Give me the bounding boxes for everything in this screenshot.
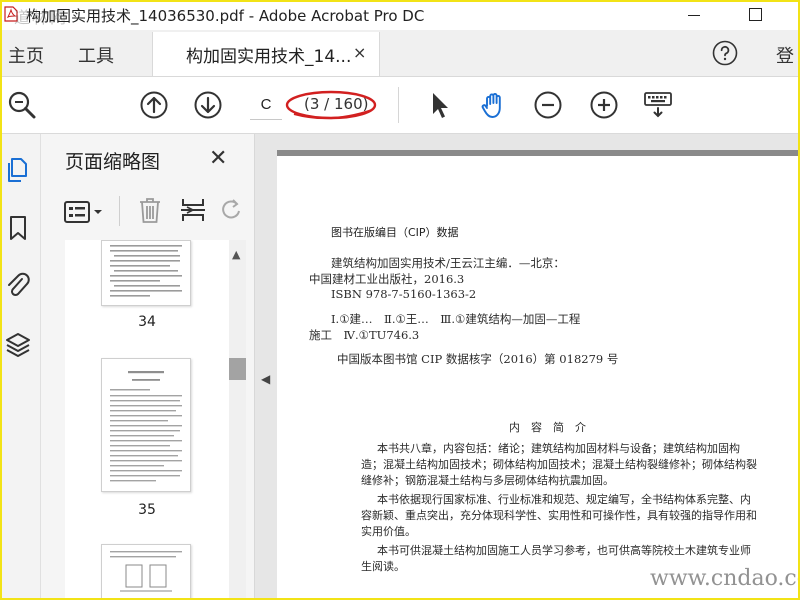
cip-line: Ⅰ.①建… Ⅱ.①王… Ⅲ.①建筑结构—加固—工程	[331, 312, 581, 326]
zoom-in-icon[interactable]	[588, 89, 620, 121]
cip-line: 建筑结构加固实用技术/王云江主编．—北京：	[331, 256, 565, 270]
thumbnail-text-lines	[110, 371, 182, 482]
thumbnail-scrollbar[interactable]: ▲	[229, 240, 246, 600]
help-icon[interactable]	[712, 40, 738, 66]
thumbnail-text-lines	[110, 245, 182, 297]
summary-line: 生阅读。	[361, 560, 405, 573]
thumbnail-label-35: 35	[138, 502, 156, 518]
left-navigation-rail	[0, 134, 41, 600]
scrollbar-thumb[interactable]	[229, 358, 246, 380]
zoom-search-icon[interactable]	[6, 89, 38, 121]
thumbnail-list: 34 35	[65, 240, 229, 600]
toolbar-divider	[398, 87, 399, 123]
collapse-panel-icon[interactable]: ◀	[261, 372, 270, 386]
minimize-button[interactable]	[680, 4, 710, 26]
summary-line: 缝修补；钢筋混凝土结构与多层砌体结构抗震加固。	[361, 474, 614, 487]
delete-page-icon[interactable]	[137, 196, 163, 224]
cip-line: ISBN 978-7-5160-1363-2	[331, 287, 477, 301]
pdf-page: 图书在版编目（CIP）数据 建筑结构加固实用技术/王云江主编．—北京： 中国建材…	[277, 150, 800, 606]
window-title: 构加固实用技术_14036530.pdf - Adobe Acrobat Pro…	[26, 7, 425, 25]
attachment-icon[interactable]	[4, 272, 32, 300]
cip-line: 中国建材工业出版社，2016.3	[309, 272, 465, 286]
thumbnail-page-34[interactable]	[101, 240, 191, 306]
select-cursor-icon[interactable]	[424, 89, 456, 121]
main-toolbar: (3 / 160)	[0, 77, 800, 134]
next-page-icon[interactable]	[192, 89, 224, 121]
toolbar-divider	[119, 196, 120, 226]
thumbnail-label-34: 34	[138, 314, 156, 330]
rotate-page-icon[interactable]	[219, 196, 243, 224]
red-annotation-ellipse	[285, 90, 377, 120]
cip-line: 施工 Ⅳ.①TU746.3	[309, 328, 420, 342]
close-panel-icon[interactable]: ✕	[209, 146, 227, 171]
summary-line: 本书可供混凝土结构加固施工人员学习参考，也可供高等院校土木建筑专业师	[377, 544, 751, 557]
document-viewport[interactable]: ◀ 图书在版编目（CIP）数据 建筑结构加固实用技术/王云江主编．—北京： 中国…	[255, 134, 800, 606]
extract-page-icon[interactable]	[179, 196, 207, 224]
cip-heading: 图书在版编目（CIP）数据	[331, 226, 459, 239]
title-bar: 道林网 构加固实用技术_14036530.pdf - Adobe Acrobat…	[0, 0, 800, 30]
tab-document[interactable]: 构加固实用技术_14... ×	[152, 32, 380, 76]
thumbnail-page-35[interactable]	[101, 358, 191, 492]
summary-line: 本书共八章，内容包括：绪论；建筑结构加固材料与设备；建筑结构加固构	[377, 442, 740, 455]
thumbnail-options-icon[interactable]	[63, 198, 107, 226]
thumbnail-diagram	[110, 551, 182, 592]
tab-home[interactable]: 主页	[8, 42, 44, 68]
thumbnails-panel: 页面缩略图 ✕ 34 35 ▲	[41, 134, 255, 600]
layers-icon[interactable]	[4, 330, 32, 358]
maximize-button[interactable]	[740, 4, 770, 26]
tab-tools[interactable]: 工具	[78, 42, 114, 68]
summary-line: 造；混凝土结构加固技术；砌体结构加固技术；混凝土结构裂缝修补；砌体结构裂	[361, 458, 757, 471]
summary-line: 实用价值。	[361, 525, 416, 538]
scroll-up-icon[interactable]: ▲	[232, 248, 240, 261]
tab-bar: 主页 工具 构加固实用技术_14... × 登	[0, 30, 800, 77]
keyboard-icon[interactable]	[642, 89, 674, 121]
summary-line: 本书依据现行国家标准、行业标准和规范、规定编写，全书结构体系完整、内	[377, 493, 751, 506]
previous-page-icon[interactable]	[138, 89, 170, 121]
sign-in-link[interactable]: 登	[776, 42, 794, 68]
hand-tool-icon[interactable]	[478, 89, 510, 121]
summary-heading: 内 容 简 介	[509, 421, 586, 434]
page-thumbnails-icon[interactable]	[4, 156, 32, 184]
thumbnail-toolbar	[41, 190, 254, 230]
site-watermark: www.cndao.com	[650, 566, 800, 591]
document-tab-label: 构加固实用技术_14...	[186, 47, 352, 67]
thumbnail-page-36[interactable]	[101, 544, 191, 600]
zoom-out-icon[interactable]	[532, 89, 564, 121]
close-tab-icon[interactable]: ×	[353, 43, 366, 62]
bookmark-icon[interactable]	[4, 214, 32, 242]
cip-number: 中国版本图书馆 CIP 数据核字（2016）第 018279 号	[337, 352, 619, 366]
summary-line: 容新颖、重点突出，充分体现科学性、实用性和可操作性，具有较强的指导作用和	[361, 509, 757, 522]
page-number-input[interactable]	[250, 89, 282, 120]
panel-title: 页面缩略图	[65, 151, 161, 173]
